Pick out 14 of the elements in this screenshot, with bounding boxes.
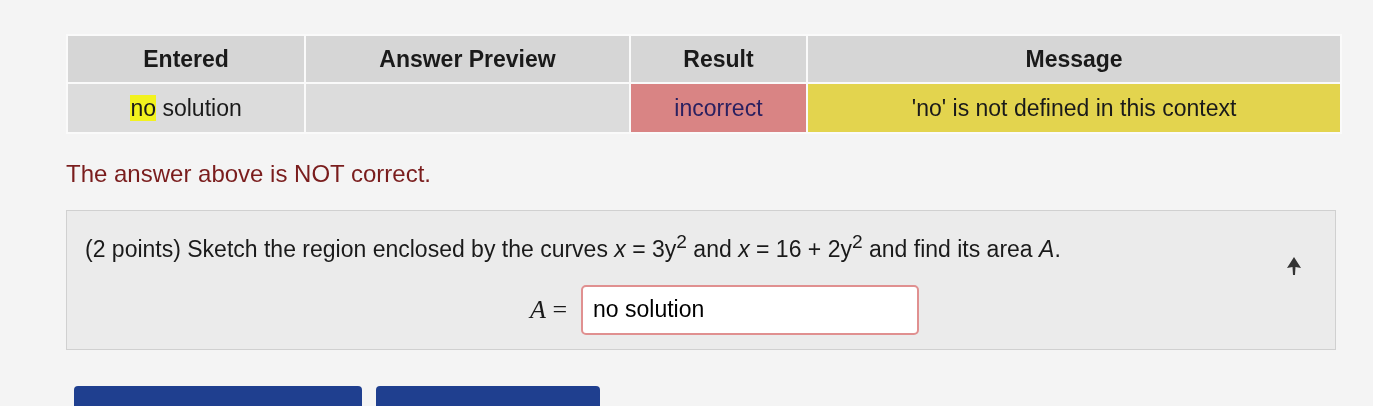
submit-button[interactable]	[74, 386, 362, 406]
answer-field[interactable]: no solution	[581, 284, 920, 335]
column-header: Message	[807, 35, 1341, 83]
message-cell: 'no' is not defined in this context	[807, 83, 1341, 133]
problem-text: (2 points) Sketch the region enclosed by the curves x = 3y$^{2}$ and x = 16 + 2y$^{2}$ and find its area A.	[85, 231, 1062, 263]
preview-button[interactable]	[376, 386, 600, 406]
column-header: Result	[629, 35, 808, 83]
answer-label: A =	[530, 294, 568, 325]
column-header: Answer Preview	[305, 35, 630, 83]
cursor-icon	[1287, 257, 1301, 275]
entered-cell: no solution	[67, 83, 306, 133]
column-header: Entered	[67, 35, 306, 83]
result-cell: incorrect	[629, 83, 808, 133]
feedback-text: The answer above is NOT correct.	[66, 160, 433, 188]
